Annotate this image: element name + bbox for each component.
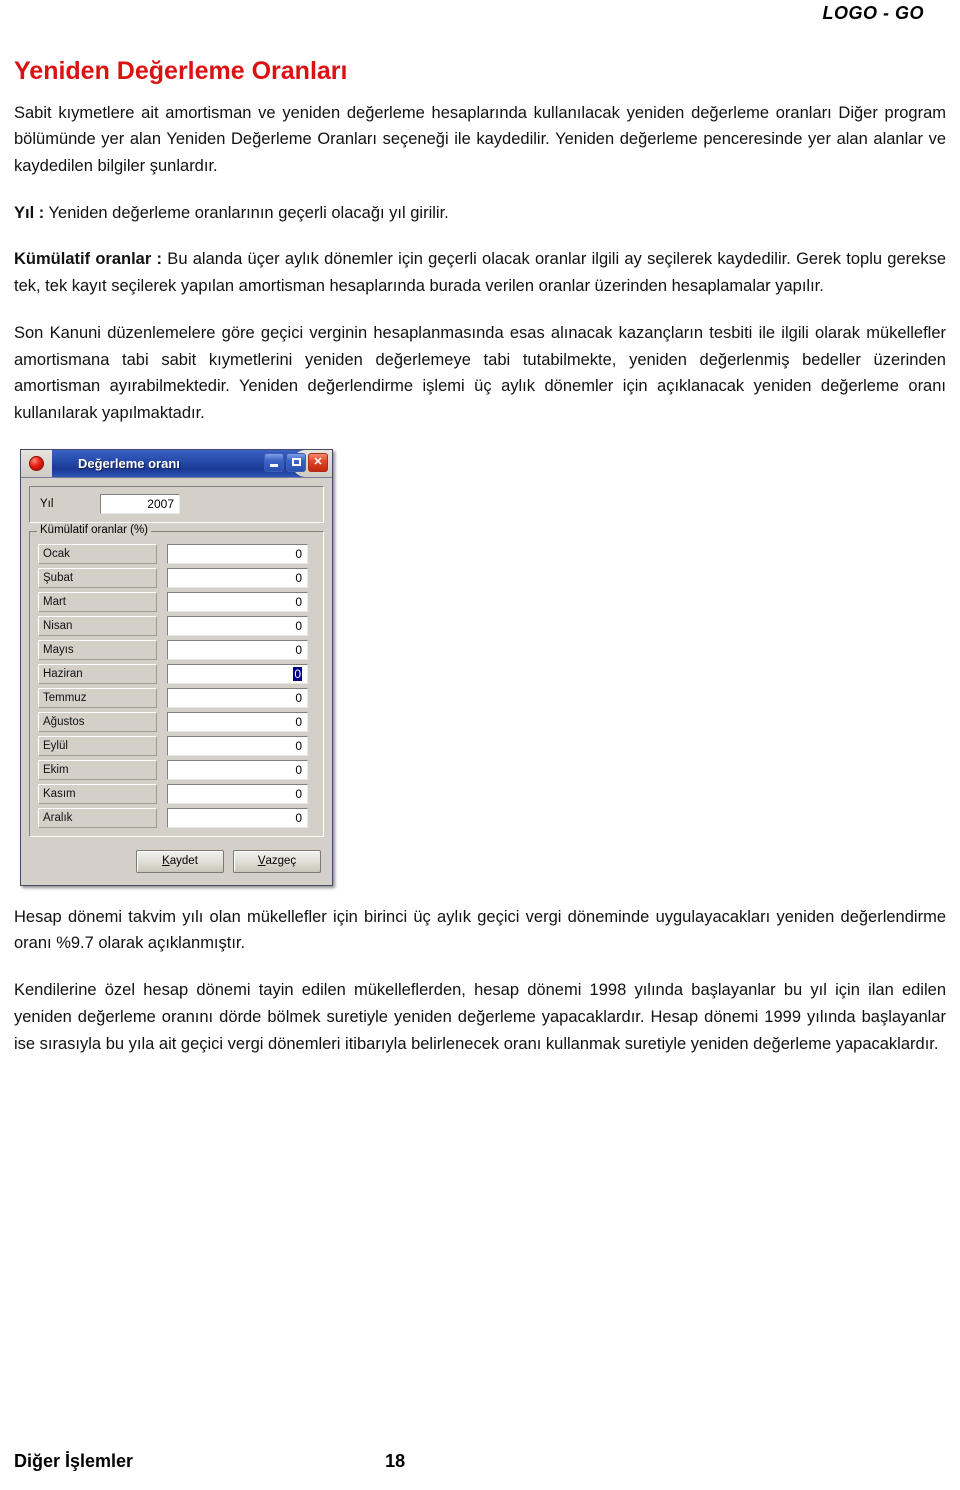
- year-label: Yıl: [40, 497, 54, 510]
- footer-section: Diğer İşlemler: [14, 1451, 134, 1471]
- kumulatif-term: Kümülatif oranlar :: [14, 250, 163, 269]
- month-label: Haziran: [38, 663, 157, 684]
- month-label: Ağustos: [38, 711, 157, 732]
- cancel-button[interactable]: Vazgeç: [233, 849, 321, 873]
- save-button[interactable]: Kaydet: [136, 849, 224, 873]
- month-rate-input[interactable]: 0: [167, 807, 308, 828]
- month-label: Eylül: [38, 735, 157, 756]
- cumulative-rates-legend: Kümülatif oranlar (%): [37, 523, 152, 536]
- maximize-icon[interactable]: [286, 452, 306, 472]
- yil-term: Yıl :: [14, 203, 45, 222]
- cancel-accel: V: [257, 855, 266, 868]
- save-label-rest: aydet: [169, 855, 198, 868]
- month-label: Şubat: [38, 567, 157, 588]
- footer-page-number: 18: [385, 1451, 406, 1471]
- document-footer: Diğer İşlemler 18: [14, 1451, 946, 1472]
- paragraph-kumulatif: Kümülatif oranlar : Bu alanda üçer aylık…: [14, 246, 946, 299]
- paragraph-ozel-hesap: Kendilerine özel hesap dönemi tayin edil…: [14, 981, 946, 1053]
- month-row-ekim: Ekim 0: [38, 759, 315, 780]
- month-row-mayis: Mayıs 0: [38, 639, 315, 660]
- month-row-nisan: Nisan 0: [38, 615, 315, 636]
- red-orb-icon: [29, 455, 44, 471]
- month-rate-input[interactable]: 0: [167, 687, 308, 708]
- month-rate-input[interactable]: 0: [167, 639, 308, 660]
- dialog-icon-slot: [21, 449, 52, 477]
- minimize-icon[interactable]: [264, 452, 284, 472]
- month-label: Kasım: [38, 783, 157, 804]
- paragraph-hesap-donemi: Hesap dönemi takvim yılı olan mükellefle…: [14, 907, 946, 953]
- month-row-kasim: Kasım 0: [38, 783, 315, 804]
- month-label: Mayıs: [38, 639, 157, 660]
- dialog-screenshot-container: Değerleme oranı ✕ Yıl 2007 Kümülatif ora…: [20, 448, 946, 886]
- cancel-label-rest: azgeç: [265, 855, 297, 868]
- document-page: LOGO - GO Yeniden Değerleme Oranları Sab…: [0, 0, 960, 1490]
- paragraph-kanuni: Son Kanuni düzenlemelere göre geçici ver…: [14, 323, 946, 422]
- dialog-titlebar[interactable]: Değerleme oranı ✕: [21, 449, 332, 478]
- selected-text: 0: [293, 666, 302, 681]
- paragraph-yil: Yıl : Yeniden değerleme oranlarının geçe…: [14, 200, 946, 227]
- month-rate-input[interactable]: 0: [167, 543, 308, 564]
- close-icon[interactable]: ✕: [308, 452, 328, 472]
- dialog-title: Değerleme oranı: [78, 455, 180, 471]
- month-rate-input[interactable]: 0: [167, 615, 308, 636]
- year-row: Yıl 2007: [38, 493, 315, 514]
- window-controls: ✕: [264, 452, 328, 472]
- month-label: Ekim: [38, 759, 157, 780]
- document-header: LOGO - GO: [14, 0, 946, 40]
- month-label: Aralık: [38, 807, 157, 828]
- dialog-button-bar: Kaydet Vazgeç: [29, 845, 324, 877]
- cumulative-rates-group: Kümülatif oranlar (%) Ocak 0 Şubat 0 Mar…: [29, 523, 324, 837]
- month-row-subat: Şubat 0: [38, 567, 315, 588]
- dialog-body: Yıl 2007 Kümülatif oranlar (%) Ocak 0 Şu…: [21, 477, 332, 885]
- month-rate-input[interactable]: 0: [167, 711, 308, 732]
- month-rate-input[interactable]: 0: [167, 759, 308, 780]
- month-row-aralik: Aralık 0: [38, 807, 315, 828]
- year-group: Yıl 2007: [29, 485, 324, 523]
- save-accel: K: [162, 855, 170, 868]
- degerleme-orani-dialog: Değerleme oranı ✕ Yıl 2007 Kümülatif ora…: [20, 448, 333, 886]
- month-row-temmuz: Temmuz 0: [38, 687, 315, 708]
- month-row-agustos: Ağustos 0: [38, 711, 315, 732]
- month-label: Nisan: [38, 615, 157, 636]
- month-row-haziran: Haziran 0: [38, 663, 315, 684]
- month-rate-input[interactable]: 0: [167, 735, 308, 756]
- year-input[interactable]: 2007: [100, 493, 180, 514]
- month-row-ocak: Ocak 0: [38, 543, 315, 564]
- logo-text: LOGO - GO: [822, 3, 924, 23]
- month-row-mart: Mart 0: [38, 591, 315, 612]
- page-title: Yeniden Değerleme Oranları: [14, 57, 348, 85]
- month-rate-input-focused[interactable]: 0: [167, 663, 308, 684]
- month-label: Ocak: [38, 543, 157, 564]
- month-rate-input[interactable]: 0: [167, 591, 308, 612]
- month-rate-input[interactable]: 0: [167, 567, 308, 588]
- paragraph-intro: Sabit kıymetlere ait amortisman ve yenid…: [14, 103, 946, 175]
- yil-description: Yeniden değerleme oranlarının geçerli ol…: [44, 203, 449, 222]
- month-row-eylul: Eylül 0: [38, 735, 315, 756]
- month-rate-input[interactable]: 0: [167, 783, 308, 804]
- month-label: Temmuz: [38, 687, 157, 708]
- month-label: Mart: [38, 591, 157, 612]
